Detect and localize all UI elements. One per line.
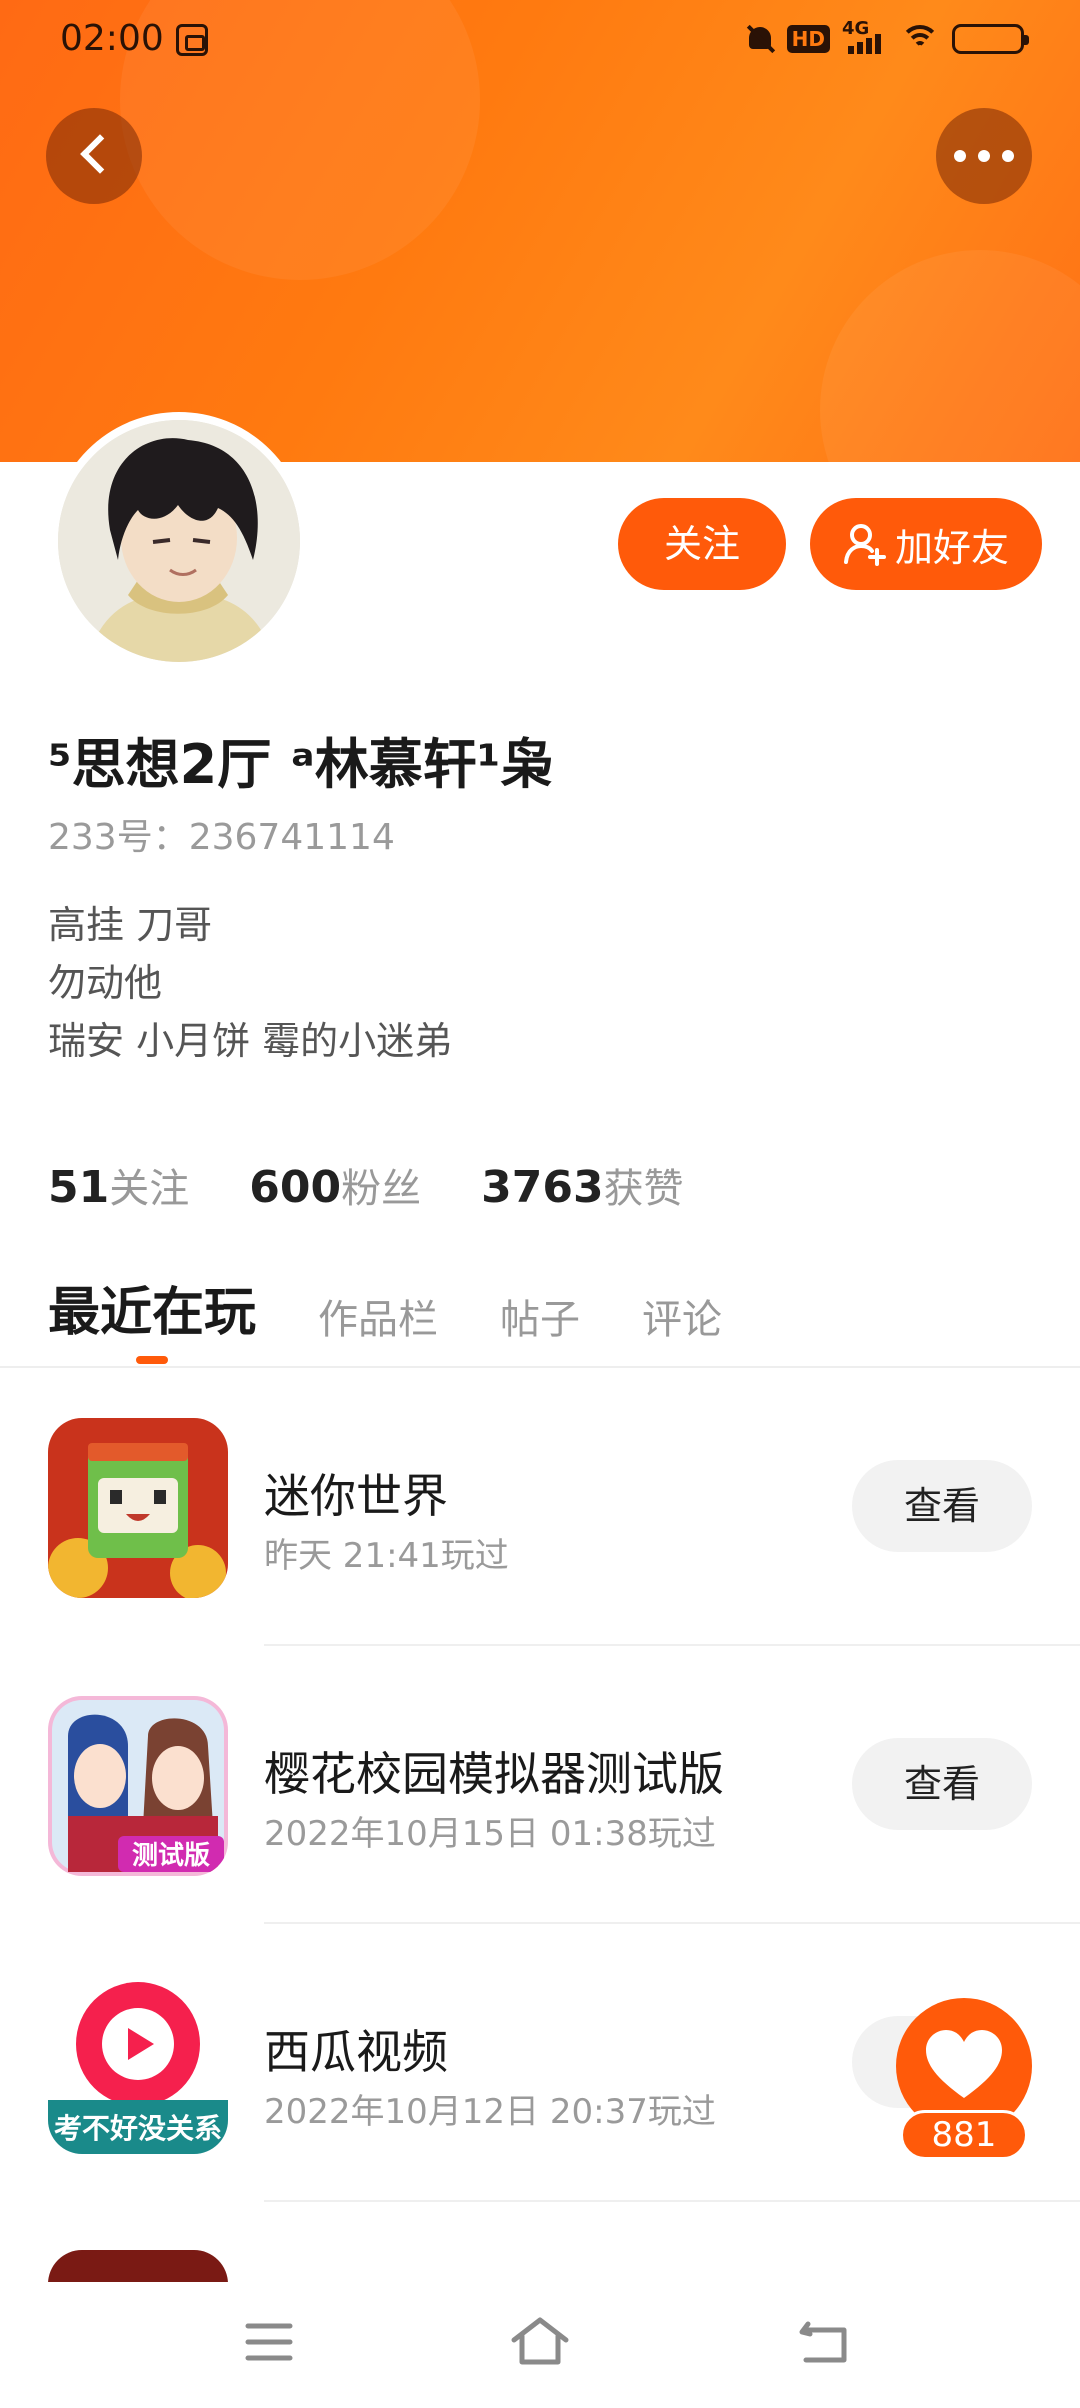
svg-text:考不好没关系: 考不好没关系 [54,2112,222,2145]
tab-posts[interactable]: 帖子 [500,1287,580,1345]
like-count: 881 [900,2110,1028,2160]
menu-icon[interactable] [244,2320,294,2364]
stat-likes[interactable]: 3763获赞 [481,1156,683,1214]
profile-uid: 233号：236741114 [48,817,395,858]
person-plus-icon [843,524,886,566]
svg-text:测试版: 测试版 [132,1841,210,1871]
view-button[interactable]: 查看 [852,1460,1032,1552]
back-button[interactable] [46,108,142,204]
view-button[interactable]: 查看 [852,1738,1032,1830]
list-item[interactable]: 迷你世界 昨天 21:41玩过 查看 [0,1368,1080,1646]
bio-line: 瑞安 小月饼 霉的小迷弟 [48,1019,453,1063]
sakura-school-game-icon: 测试版 [48,1696,228,1876]
profile-name: ⁵思想2厅 ᵃ林慕轩¹枭 [48,733,555,796]
anime-avatar-image [58,420,300,662]
profile-tabs: 最近在玩 作品栏 帖子 评论 [48,1270,722,1345]
more-horizontal-icon [954,150,1014,162]
back-icon[interactable] [798,2316,852,2366]
status-bar: 02:00 HD 4G [0,0,1080,82]
battery-icon [952,24,1029,54]
mute-bell-icon [745,23,775,55]
bio-line: 勿动他 [48,961,163,1005]
chevron-left-icon [80,134,120,174]
bio-line: 高挂 刀哥 [48,903,213,947]
profile-page: 02:00 HD 4G 关注 加好友 ⁵思想2厅 ᵃ林慕轩¹枭 233号：236… [0,0,1080,2408]
game-icon [48,2250,228,2282]
stat-following[interactable]: 51关注 [48,1156,189,1214]
stat-fans[interactable]: 600粉丝 [249,1156,421,1214]
hd-badge: HD [786,25,830,53]
active-tab-indicator [136,1356,168,1364]
mini-world-game-icon [48,1418,228,1598]
system-nav-bar [0,2282,1080,2408]
stat-number: 51 [48,1162,110,1213]
app-notification-icon [176,24,208,56]
add-friend-button[interactable]: 加好友 [810,498,1042,590]
signal-icon: 4G [842,18,888,56]
game-title: 樱花校园模拟器测试版 [264,1747,724,1801]
avatar[interactable] [50,412,308,670]
more-options-button[interactable] [936,108,1032,204]
profile-stats: 51关注 600粉丝 3763获赞 [48,1156,684,1214]
stat-label: 获赞 [603,1166,684,1212]
follow-button[interactable]: 关注 [618,498,786,590]
game-played-time: 昨天 21:41玩过 [264,1536,509,1576]
game-title: 迷你世界 [264,1469,448,1523]
add-friend-label: 加好友 [894,525,1009,570]
status-time: 02:00 [60,18,164,59]
wifi-icon [900,23,940,55]
list-item[interactable] [0,2202,1080,2282]
game-played-time: 2022年10月15日 01:38玩过 [264,1814,716,1854]
stat-label: 关注 [109,1166,190,1212]
profile-bio: 高挂 刀哥 勿动他 瑞安 小月饼 霉的小迷弟 [48,896,452,1070]
game-played-time: 2022年10月12日 20:37玩过 [264,2092,716,2132]
stat-number: 600 [249,1162,342,1213]
tab-recently-played[interactable]: 最近在玩 [48,1270,256,1345]
tab-comments[interactable]: 评论 [642,1287,722,1345]
tab-works[interactable]: 作品栏 [318,1287,438,1345]
xigua-video-app-icon: 考不好没关系 [48,1974,228,2154]
game-title: 西瓜视频 [264,2025,448,2079]
list-item[interactable]: 测试版 樱花校园模拟器测试版 2022年10月15日 01:38玩过 查看 [0,1646,1080,1924]
stat-number: 3763 [481,1162,604,1213]
home-icon[interactable] [508,2314,572,2368]
stat-label: 粉丝 [341,1166,422,1212]
